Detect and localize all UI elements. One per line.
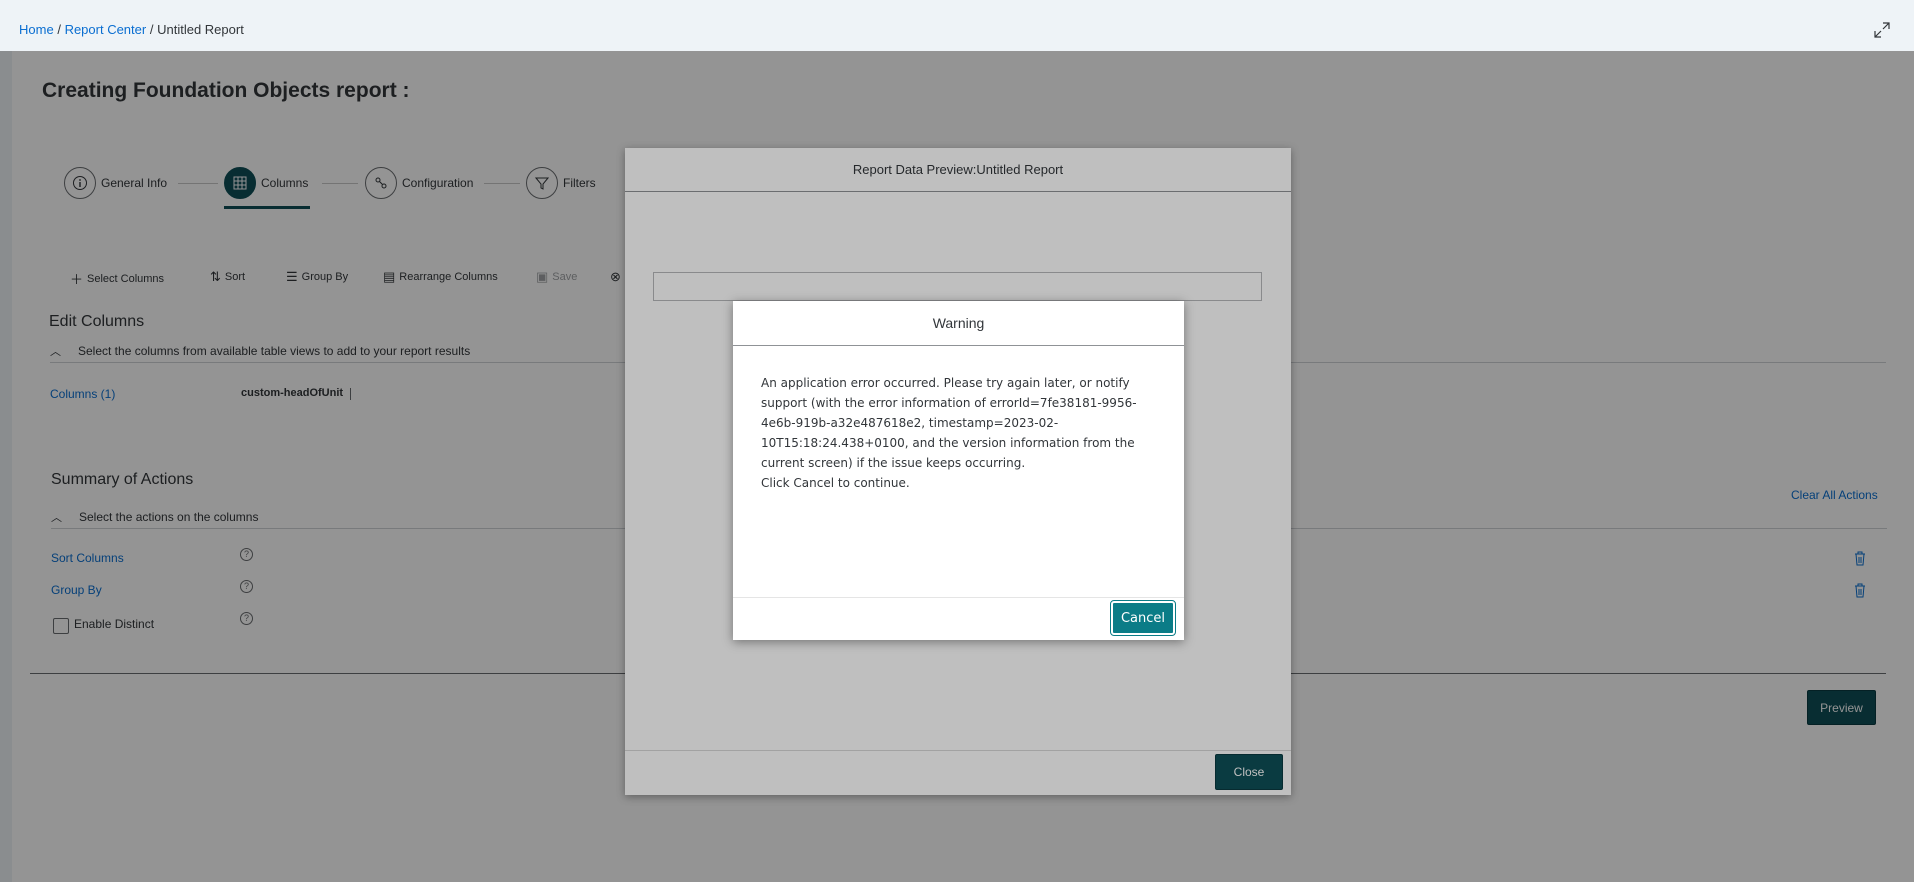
warning-message-text: An application error occurred. Please tr… xyxy=(761,376,1137,470)
breadcrumb-report-center[interactable]: Report Center xyxy=(65,22,147,37)
warning-dialog-title: Warning xyxy=(733,301,1184,346)
shell-header: Home / Report Center / Untitled Report xyxy=(0,0,1914,51)
expand-icon[interactable] xyxy=(1874,22,1890,38)
breadcrumb-current: Untitled Report xyxy=(157,22,244,37)
warning-dialog-footer: Cancel xyxy=(733,597,1184,640)
warning-message: An application error occurred. Please tr… xyxy=(761,373,1161,493)
breadcrumb-separator: / xyxy=(57,22,61,37)
cancel-button[interactable]: Cancel xyxy=(1110,600,1176,636)
breadcrumb-home[interactable]: Home xyxy=(19,22,54,37)
breadcrumb: Home / Report Center / Untitled Report xyxy=(19,22,244,37)
warning-dialog: Warning An application error occurred. P… xyxy=(733,301,1184,640)
warning-message-instruction: Click Cancel to continue. xyxy=(761,476,910,490)
breadcrumb-separator: / xyxy=(149,22,154,37)
